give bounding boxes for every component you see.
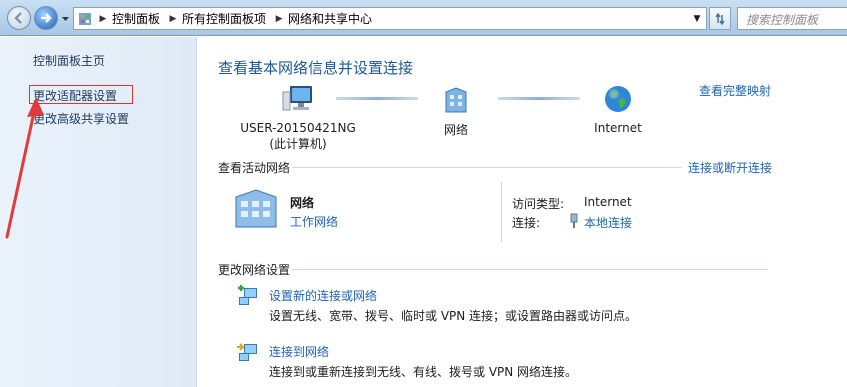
refresh-button[interactable] — [709, 7, 731, 30]
map-network[interactable]: 网络 — [426, 83, 486, 138]
local-connection-link[interactable]: 本地连接 — [584, 214, 632, 231]
address-bar[interactable]: ▶ 控制面板 ▶ 所有控制面板项 ▶ 网络和共享中心 ▼ — [73, 7, 707, 30]
work-network-icon[interactable] — [232, 187, 280, 229]
network-label: 网络 — [443, 123, 468, 137]
connect-to-network-icon — [237, 343, 257, 361]
access-type-label: 访问类型: — [512, 197, 565, 211]
internet-label: Internet — [594, 121, 642, 135]
setup-new-connection-link[interactable]: 设置新的连接或网络 — [269, 287, 377, 304]
control-panel-icon — [74, 8, 96, 29]
breadcrumb-separator-icon[interactable]: ▶ — [272, 14, 286, 24]
sidebar: 控制面板主页 更改适配器设置 更改高级共享设置 — [0, 37, 197, 387]
forward-arrow-icon — [41, 13, 52, 23]
section-divider — [292, 269, 768, 270]
network-type-link[interactable]: 工作网络 — [290, 213, 338, 230]
globe-icon — [583, 83, 653, 115]
connect-disconnect-link[interactable]: 连接或断开连接 — [688, 159, 772, 176]
refresh-icon — [715, 12, 725, 25]
network-building-icon — [426, 83, 486, 115]
ethernet-plug-icon — [570, 213, 578, 228]
sidebar-item-home[interactable]: 控制面板主页 — [33, 52, 105, 69]
recent-pages-dropdown-icon[interactable] — [61, 14, 70, 23]
active-networks-heading: 查看活动网络 — [218, 161, 291, 175]
map-internet[interactable]: Internet — [583, 83, 653, 135]
back-arrow-icon — [14, 12, 22, 24]
connections-label: 连接: — [512, 216, 541, 230]
breadcrumb-separator-icon[interactable]: ▶ — [96, 14, 110, 24]
setup-new-connection-desc: 设置无线、宽带、拨号、临时或 VPN 连接；或设置路由器或访问点。 — [269, 309, 638, 323]
map-connection-line — [336, 97, 418, 100]
connect-to-network-desc: 连接到或重新连接到无线、有线、拨号或 VPN 网络连接。 — [269, 365, 578, 379]
map-connection-line — [498, 97, 580, 100]
breadcrumb-control-panel[interactable]: 控制面板 — [110, 10, 166, 27]
computer-name: USER-20150421NG — [240, 121, 356, 135]
address-history-dropdown-icon[interactable]: ▼ — [688, 8, 706, 29]
page-title: 查看基本网络信息并设置连接 — [218, 59, 414, 77]
section-divider — [292, 167, 682, 168]
back-button[interactable] — [7, 6, 31, 30]
breadcrumb-all-items[interactable]: 所有控制面板项 — [180, 10, 272, 27]
address-toolbar: ▶ 控制面板 ▶ 所有控制面板项 ▶ 网络和共享中心 ▼ 搜索控制面板 — [0, 0, 847, 36]
main-content: 查看基本网络信息并设置连接 查看完整映射 USER-20150421NG (此计… — [198, 37, 847, 387]
access-type-value: Internet — [584, 195, 632, 209]
change-settings-heading: 更改网络设置 — [218, 263, 291, 277]
full-map-link[interactable]: 查看完整映射 — [699, 82, 771, 99]
vertical-divider — [501, 182, 502, 242]
connect-to-network-link[interactable]: 连接到网络 — [269, 343, 329, 360]
breadcrumb-separator-icon[interactable]: ▶ — [166, 14, 180, 24]
new-connection-icon — [238, 285, 257, 305]
breadcrumb-network-center[interactable]: 网络和共享中心 — [286, 10, 378, 27]
computer-subtitle: (此计算机) — [269, 137, 327, 151]
map-computer[interactable]: USER-20150421NG (此计算机) — [238, 83, 358, 152]
sidebar-item-adapter-settings[interactable]: 更改适配器设置 — [29, 85, 133, 104]
sidebar-item-advanced-sharing[interactable]: 更改高级共享设置 — [33, 110, 129, 127]
forward-button[interactable] — [34, 6, 58, 30]
active-network-name: 网络 — [290, 196, 315, 210]
search-input[interactable]: 搜索控制面板 — [737, 7, 847, 30]
